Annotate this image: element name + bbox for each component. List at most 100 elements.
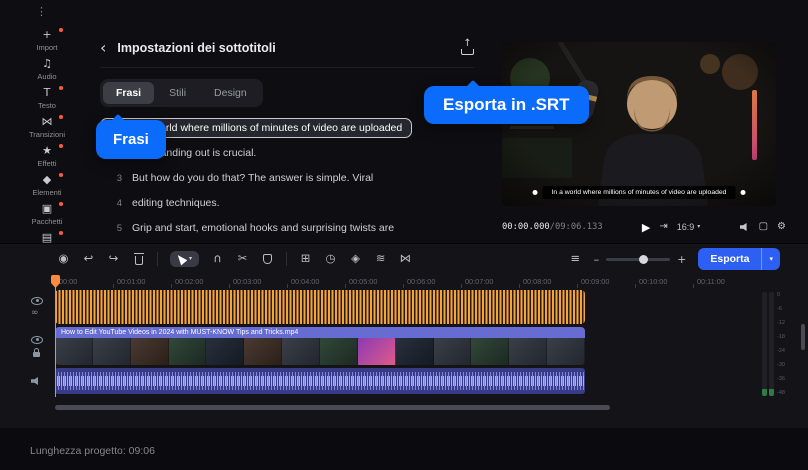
link-icon[interactable]: ∞ (31, 309, 55, 318)
meter-label: -36 (777, 376, 785, 382)
export-srt-icon[interactable]: ↑ (461, 42, 474, 55)
zoom-out-icon[interactable]: – (594, 254, 600, 265)
speed-icon[interactable]: ◷ (324, 251, 337, 267)
project-length-label: Lunghezza progetto: 09:06 (30, 445, 155, 457)
horizontal-scrollbar-thumb[interactable] (55, 405, 610, 410)
volume-icon[interactable] (740, 223, 750, 232)
ruler-label: 00:04:00 (287, 274, 345, 290)
preview-scene (502, 42, 776, 206)
zoom-in-icon[interactable]: + (677, 254, 686, 265)
timeline-toolbar: ◉ ↩ ↪ ▾ ∩ ✂ ⊞ ◷ ◈ ≋ ⋈ ≡ – + Esporta ▾ (0, 244, 808, 274)
sidebar-item[interactable]: + Import (24, 29, 70, 52)
zoom-slider[interactable] (606, 258, 670, 261)
tracks: ∞ How to Edit YouTube Videos in 2024 wit… (0, 290, 808, 396)
magnet-snap-icon[interactable]: ∩ (211, 251, 224, 267)
video-clip[interactable]: How to Edit YouTube Videos in 2024 with … (55, 327, 585, 365)
ruler-label: 00:02:00 (171, 274, 229, 290)
ruler-label: 00:10:00 (635, 274, 693, 290)
ruler-label: 00:07:00 (461, 274, 519, 290)
new-badge-dot (59, 202, 63, 206)
clip-thumbnail (396, 338, 434, 365)
cursor-icon (175, 253, 188, 266)
timeline-section: ◉ ↩ ↪ ▾ ∩ ✂ ⊞ ◷ ◈ ≋ ⋈ ≡ – + Esporta ▾ (0, 243, 808, 428)
toggle-visibility-icon[interactable] (31, 336, 43, 344)
denoise-icon[interactable]: ≋ (374, 251, 387, 267)
vertical-scrollbar-thumb[interactable] (801, 324, 805, 350)
undo-icon[interactable]: ↩ (82, 251, 95, 267)
sidebar-item[interactable]: ◆ Elementi (24, 174, 70, 197)
export-dropdown-caret[interactable]: ▾ (761, 248, 780, 270)
sidebar-item-label: Audio (37, 72, 56, 81)
transition-icon[interactable]: ⋈ (399, 251, 412, 267)
clip-thumbnail (509, 338, 547, 365)
frame-step-icon[interactable]: ⇥ (659, 222, 667, 232)
mute-speaker-icon[interactable] (31, 377, 41, 386)
phrase-row[interactable]: 5 Grip and start, emotional hooks and su… (100, 218, 404, 238)
audio-track-header (31, 368, 55, 394)
sidebar-item-icon: ★ (42, 145, 52, 157)
new-badge-dot (59, 231, 63, 235)
track-lanes: How to Edit YouTube Videos in 2024 with … (55, 290, 762, 396)
time-ruler[interactable]: 00:00 00:01:00 00:02:00 00:03:00 00:04:0… (55, 274, 762, 290)
select-tool[interactable]: ▾ (170, 251, 199, 267)
sidebar-item[interactable]: ♫ Audio (24, 58, 70, 81)
toolbar-divider (286, 252, 287, 266)
subtitle-tab[interactable]: Frasi (103, 82, 154, 104)
sidebar-item[interactable]: ▣ Pacchetti (24, 203, 70, 226)
split-scissors-icon[interactable]: ✂ (236, 251, 249, 267)
timeline-body: 00:00 00:01:00 00:02:00 00:03:00 00:04:0… (0, 274, 808, 410)
settings-gear-icon[interactable]: ⚙ (777, 222, 786, 232)
ruler-label: 00:06:00 (403, 274, 461, 290)
meter-label: -24 (777, 348, 785, 354)
more-menu-icon[interactable]: ⋮ (36, 6, 86, 17)
ruler-label: 00:11:00 (693, 274, 751, 290)
sidebar-item[interactable]: ⋈ Transizioni (24, 116, 70, 139)
subtitle-tab[interactable]: Design (201, 82, 260, 104)
delete-icon[interactable] (132, 251, 145, 267)
ruler-label: 00:03:00 (229, 274, 287, 290)
toggle-visibility-icon[interactable] (31, 297, 43, 305)
meter-bar-left (762, 292, 767, 396)
ruler-label: 00:08:00 (519, 274, 577, 290)
sidebar-item[interactable]: ★ Effetti (24, 145, 70, 168)
subtitle-tab[interactable]: Stili (156, 82, 199, 104)
toolbar-divider (157, 252, 158, 266)
keyframe-icon[interactable]: ◈ (349, 251, 362, 267)
sidebar-item-icon: T (44, 87, 51, 99)
playhead[interactable] (51, 275, 60, 288)
zoom-slider-knob[interactable] (639, 255, 648, 264)
panel-title: Impostazioni dei sottotitoli (117, 41, 275, 55)
lock-icon[interactable] (33, 352, 40, 357)
video-track-header (31, 327, 55, 365)
sidebar-item-label: Transizioni (29, 130, 65, 139)
phrase-row[interactable]: 3 But how do you do that? The answer is … (100, 168, 383, 188)
redo-icon[interactable]: ↪ (107, 251, 120, 267)
clip-thumbnail (93, 338, 131, 365)
crop-icon[interactable]: ⊞ (299, 251, 312, 267)
clip-thumbnail (320, 338, 358, 365)
panel-header: ‹ Impostazioni dei sottotitoli ↑ (100, 40, 474, 68)
meter-label: 0 (777, 292, 785, 298)
phrase-row[interactable]: 4 editing techniques. (100, 193, 230, 213)
subtitle-clips-track[interactable] (55, 290, 585, 324)
record-icon[interactable]: ◉ (57, 251, 70, 267)
subtitle-track-header: ∞ (31, 290, 55, 324)
fullscreen-icon[interactable]: ▢ (759, 222, 768, 232)
audio-waveform-clip[interactable] (55, 368, 585, 394)
ruler-label: 00:01:00 (113, 274, 171, 290)
subtitle-overlay[interactable]: In a world where millions of minutes of … (543, 186, 736, 199)
new-badge-dot (59, 86, 63, 90)
export-button[interactable]: Esporta ▾ (698, 248, 780, 270)
sidebar-item-label: Import (36, 43, 57, 52)
sidebar-item-icon: ▣ (42, 203, 52, 215)
ruler-label: 00:00 (55, 274, 113, 290)
back-button[interactable]: ‹ (100, 40, 106, 56)
sidebar-item[interactable]: T Testo (24, 87, 70, 110)
play-button[interactable]: ▶ (642, 222, 650, 233)
sidebar-item-icon: + (42, 29, 51, 41)
chevron-down-icon: ▾ (697, 224, 700, 230)
mask-icon[interactable] (261, 251, 274, 267)
meter-bar-right (769, 292, 774, 396)
mixer-icon[interactable]: ≡ (569, 251, 582, 267)
aspect-ratio-selector[interactable]: 16:9▾ (677, 222, 701, 232)
